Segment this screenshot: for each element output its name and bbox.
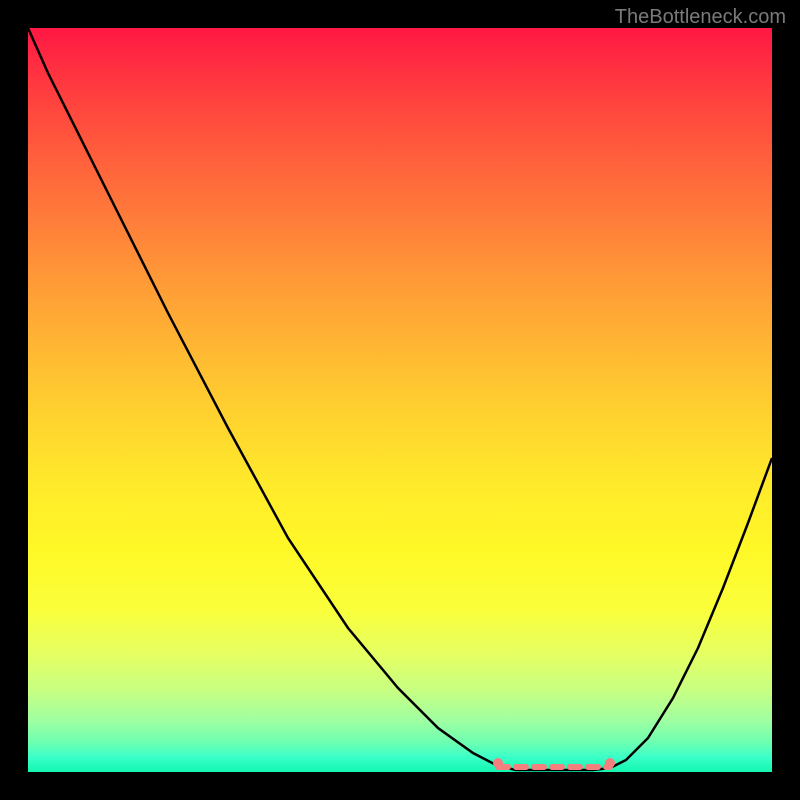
optimum-marker-dot-left — [493, 758, 503, 768]
watermark-text: TheBottleneck.com — [615, 6, 786, 29]
plot-area — [28, 28, 772, 772]
curve-svg — [28, 28, 772, 772]
chart-frame: TheBottleneck.com — [0, 0, 800, 800]
optimum-marker-dot-right — [605, 758, 615, 768]
bottleneck-curve — [28, 28, 772, 770]
